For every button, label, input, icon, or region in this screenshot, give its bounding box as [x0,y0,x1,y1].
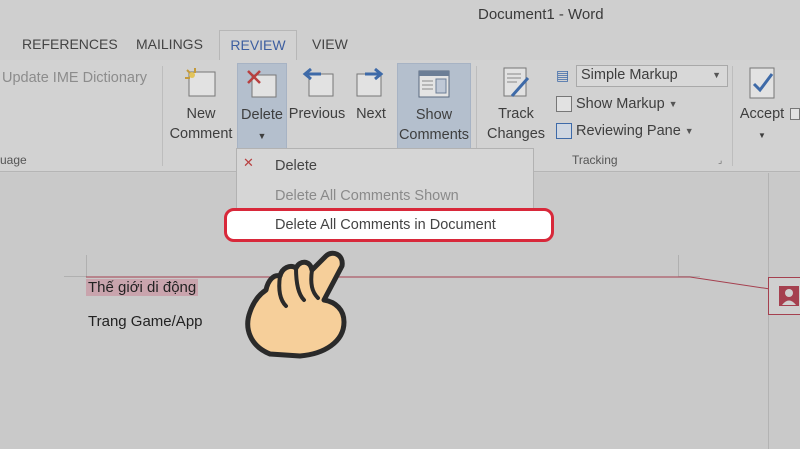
commented-text[interactable]: Thế giới di động [86,279,199,296]
window-title: Document1 - Word [478,6,604,23]
show-comments-icon [418,70,450,98]
track-changes-label-2: Changes [486,126,546,142]
markup-mode-value: Simple Markup [581,67,678,83]
delete-comment-button[interactable]: Delete ▼ [237,63,287,149]
previous-comment-button[interactable]: Previous [288,66,346,124]
group-divider [162,66,163,166]
comment-balloon[interactable] [768,277,800,315]
tracking-group-label: Tracking [572,153,618,167]
next-comment-icon [356,67,384,97]
document-line-2[interactable]: Trang Game/App [88,313,203,330]
show-markup-label: Show Markup [576,96,665,112]
tab-mailings[interactable]: MAILINGS [136,36,203,52]
markup-mode-select[interactable]: Simple Markup ▼ [576,65,728,87]
document-line-1[interactable]: Thế giới di động [86,279,199,296]
tab-references[interactable]: REFERENCES [22,36,118,52]
delete-all-in-document-label: Delete All Comments in Document [275,217,496,233]
show-markup-icon [556,96,572,112]
show-comments-label-1: Show [415,107,453,123]
reviewing-pane-button[interactable]: Reviewing Pane ▼ [556,120,694,142]
tab-review[interactable]: REVIEW [219,30,297,62]
chevron-down-icon: ▼ [712,70,721,80]
track-changes-icon [503,67,530,97]
show-comments-button[interactable]: Show Comments [397,63,471,149]
track-changes-label-1: Track [498,106,534,122]
chevron-down-icon: ▼ [668,99,678,109]
next-comment-button[interactable]: Next [348,66,394,124]
delete-label: Delete [241,107,283,123]
user-icon [779,286,799,306]
language-group-label: uage [0,153,27,167]
update-ime-dictionary-button[interactable]: Update IME Dictionary [2,68,147,88]
chevron-down-icon: ▼ [257,131,267,141]
accept-button[interactable]: Accept ▼ [736,66,788,146]
previous-label: Previous [288,106,346,122]
title-bar: Document1 - Word [0,0,800,30]
menu-item-delete-all-shown[interactable]: Delete All Comments Shown [275,188,459,204]
new-comment-button[interactable]: New Comment [168,66,234,144]
chevron-down-icon: ▼ [758,131,766,140]
reviewing-pane-label: Reviewing Pane [576,123,681,139]
menu-item-delete[interactable]: Delete [275,158,317,174]
show-comments-label-2: Comments [398,127,470,143]
reject-icon [790,108,800,120]
previous-comment-icon [302,67,334,97]
accept-label: Accept [739,106,785,122]
delete-comment-icon [247,70,277,98]
ribbon-tabs: REFERENCES MAILINGS REVIEW VIEW [0,30,800,62]
chevron-down-icon: ▼ [684,126,694,136]
new-comment-icon [185,68,216,97]
new-comment-label-1: New [186,106,216,122]
show-markup-button[interactable]: Show Markup ▼ [556,93,678,115]
new-comment-label-2: Comment [169,126,233,142]
markup-icon: ▤ [556,67,570,83]
dialog-launcher-icon: ⌟ [718,155,723,165]
next-label: Next [356,106,386,122]
group-divider [732,66,733,166]
reviewing-pane-icon [556,123,572,139]
accept-icon [749,67,775,99]
tab-view[interactable]: VIEW [312,36,348,52]
delete-icon: ✕ [243,155,254,170]
hand-pointer-icon [245,250,347,359]
menu-item-delete-all-in-document[interactable]: Delete All Comments in Document [224,208,554,242]
